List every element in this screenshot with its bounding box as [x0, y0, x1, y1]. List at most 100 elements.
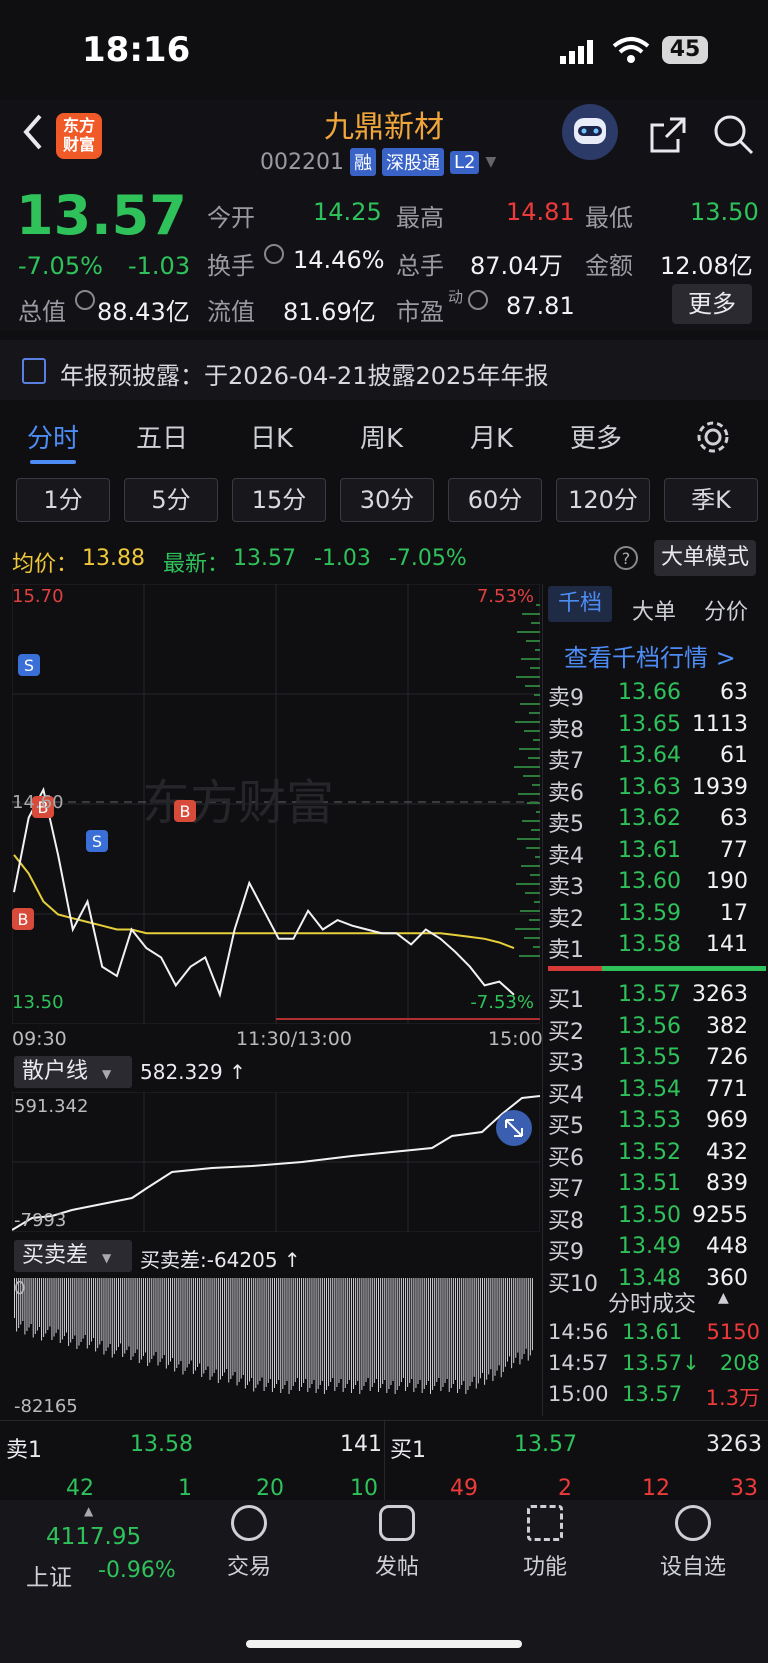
bottom-left-num: 42	[66, 1476, 94, 1501]
tab-five-day[interactable]: 五日	[136, 418, 188, 455]
diff-bar	[97, 1278, 99, 1348]
info-icon[interactable]	[75, 290, 95, 310]
diff-bar	[176, 1278, 178, 1368]
share-icon[interactable]	[648, 115, 688, 155]
x-label-close: 15:00	[488, 1028, 543, 1050]
book-tab-big-order[interactable]: 大单	[632, 594, 676, 626]
ask-row[interactable]: 卖2 13.59 17	[548, 901, 766, 932]
diff-indicator-select[interactable]: 买卖差 ▼	[14, 1240, 132, 1272]
book-tab-depth[interactable]: 千档	[548, 586, 612, 622]
diff-bar	[309, 1278, 311, 1388]
depth-bar	[524, 937, 540, 939]
bid-row[interactable]: 买5 13.53 969	[548, 1108, 766, 1139]
ask-row[interactable]: 卖5 13.62 63	[548, 806, 766, 837]
diff-bar	[303, 1278, 305, 1383]
info-icon[interactable]	[468, 290, 488, 310]
diff-bar	[519, 1278, 521, 1365]
ask-row[interactable]: 卖6 13.63 1939	[548, 775, 766, 806]
bid-row[interactable]: 买2 13.56 382	[548, 1014, 766, 1045]
diff-bar-chart: 0 -82165	[12, 1276, 540, 1416]
view-depth-link[interactable]: 查看千档行情 >	[564, 638, 736, 673]
diff-bar	[290, 1278, 292, 1390]
diff-bar	[41, 1278, 43, 1341]
diff-bar	[361, 1278, 363, 1390]
bid-row[interactable]: 买3 13.55 726	[548, 1045, 766, 1076]
nav-trade[interactable]: 交易	[194, 1505, 304, 1581]
ask-row[interactable]: 卖8 13.65 1113	[548, 712, 766, 743]
bid-row[interactable]: 买4 13.54 771	[548, 1077, 766, 1108]
diff-bar	[523, 1278, 525, 1354]
diff-bar	[506, 1278, 508, 1362]
tab-daily-k[interactable]: 日K	[250, 418, 293, 455]
ask-row[interactable]: 卖1 13.58 141	[548, 932, 766, 963]
ask-price: 13.58	[618, 932, 681, 957]
ask-volume: 63	[720, 680, 748, 705]
bid-row[interactable]: 买8 13.50 9255	[548, 1203, 766, 1234]
ask-volume: 17	[720, 900, 748, 926]
diff-bar	[440, 1278, 442, 1391]
report-icon	[22, 358, 46, 384]
ask-row[interactable]: 卖3 13.60 190	[548, 869, 766, 900]
trade-time: 15:00	[548, 1382, 609, 1406]
book-tab-price[interactable]: 分价	[704, 594, 748, 626]
subtab-30min[interactable]: 30分	[340, 478, 434, 522]
subtab-5min[interactable]: 5分	[124, 478, 218, 522]
bid-volume: 726	[706, 1045, 748, 1070]
ask-label: 卖9	[548, 686, 584, 711]
nav-function[interactable]: 功能	[490, 1505, 600, 1581]
ask-row[interactable]: 卖4 13.61 77	[548, 838, 766, 869]
subtab-15min[interactable]: 15分	[232, 478, 326, 522]
subtab-60min[interactable]: 60分	[448, 478, 542, 522]
retail-bottom-label: -7993	[14, 1210, 66, 1231]
subtab-season-k[interactable]: 季K	[664, 478, 758, 522]
diff-bar	[502, 1278, 504, 1372]
diff-bar	[115, 1278, 117, 1351]
diff-bar	[155, 1278, 157, 1352]
help-icon[interactable]: ?	[614, 546, 638, 570]
tab-more[interactable]: 更多	[570, 418, 622, 455]
tab-weekly-k[interactable]: 周K	[360, 418, 403, 455]
bid-row[interactable]: 买9 13.49 448	[548, 1234, 766, 1265]
ask-row[interactable]: 卖9 13.66 63	[548, 680, 766, 711]
diff-bar	[342, 1278, 344, 1392]
diff-bar	[261, 1278, 263, 1378]
l2-tag: L2	[449, 150, 480, 174]
tab-intraday[interactable]: 分时	[27, 418, 79, 455]
subtab-120min[interactable]: 120分	[556, 478, 650, 522]
tab-indicator	[30, 460, 76, 464]
depth-bar	[519, 748, 540, 750]
nav-post[interactable]: 发帖	[342, 1505, 452, 1581]
stock-code-line[interactable]: 002201 融 深股通 L2 ▼	[260, 148, 496, 176]
ask-row[interactable]: 卖7 13.64 61	[548, 743, 766, 774]
gear-icon[interactable]	[696, 420, 730, 454]
intraday-price-chart[interactable]: 东方财富 SBSBB 15.70 14.60 13.50 7.53% -7.53…	[12, 584, 540, 1024]
index-name[interactable]: 上证	[26, 1558, 72, 1592]
ask-price: 13.63	[618, 774, 681, 800]
bottom-buy-price: 13.57	[514, 1432, 577, 1457]
depth-bar	[536, 811, 540, 813]
info-icon[interactable]	[264, 244, 284, 264]
subtab-1min[interactable]: 1分	[16, 478, 110, 522]
diff-bar	[307, 1278, 309, 1392]
retail-value: 582.329 ↑	[140, 1060, 246, 1084]
diff-bar	[236, 1278, 238, 1386]
bid-volume: 771	[706, 1076, 748, 1102]
more-button[interactable]: 更多	[672, 284, 752, 324]
bid-row[interactable]: 买7 13.51 839	[548, 1171, 766, 1202]
index-value[interactable]: 4117.95	[46, 1524, 141, 1550]
diff-bar	[432, 1278, 434, 1390]
tab-monthly-k[interactable]: 月K	[470, 418, 513, 455]
bid-row[interactable]: 买1 13.57 3263	[548, 982, 766, 1013]
bottom-right-num: 2	[558, 1476, 572, 1501]
diff-bar	[357, 1278, 359, 1381]
diff-bar	[180, 1278, 182, 1361]
diff-bar	[450, 1278, 452, 1388]
trades-header[interactable]: 分时成交	[608, 1286, 696, 1318]
retail-indicator-select[interactable]: 散户线 ▼	[14, 1056, 132, 1088]
search-icon[interactable]	[712, 113, 756, 157]
big-order-mode-button[interactable]: 大单模式	[654, 540, 756, 576]
nav-add-watchlist[interactable]: 设自选	[638, 1505, 748, 1581]
robot-avatar-icon[interactable]	[562, 104, 618, 160]
diff-bar	[411, 1278, 413, 1379]
bid-row[interactable]: 买6 13.52 432	[548, 1140, 766, 1171]
